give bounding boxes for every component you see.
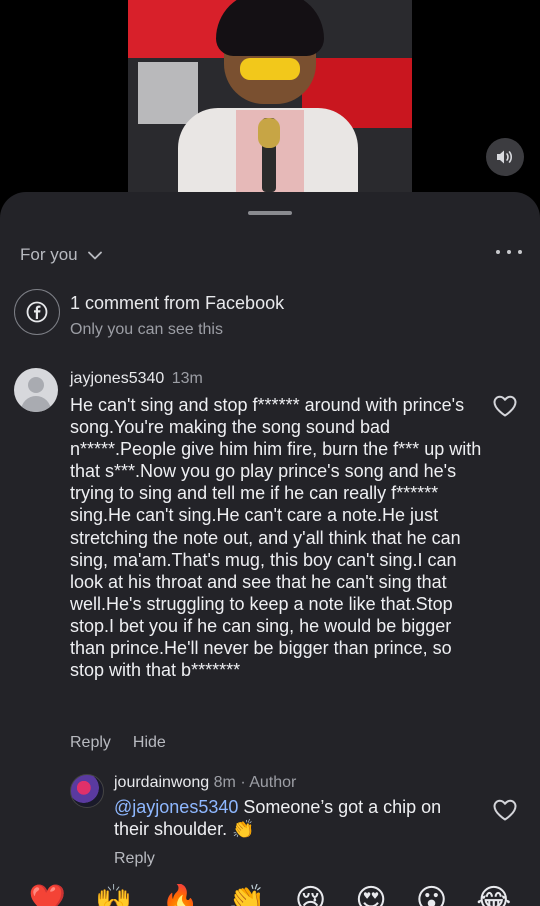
comment-text: He can't sing and stop f****** around wi… — [70, 395, 482, 681]
reaction-fire[interactable]: 🔥 — [162, 884, 199, 906]
feed-filter-dropdown[interactable]: For you — [20, 245, 102, 265]
video-person — [240, 58, 300, 80]
reaction-raised-hands[interactable]: 🙌 — [95, 884, 132, 906]
reaction-heart[interactable]: ❤️ — [29, 884, 66, 906]
sheet-grabber[interactable] — [248, 211, 292, 215]
comment-username[interactable]: jayjones5340 — [70, 370, 164, 387]
video-background — [138, 62, 198, 124]
video-microphone — [258, 118, 280, 148]
facebook-notice: 1 comment from Facebook Only you can see… — [14, 289, 284, 342]
video-person — [216, 0, 324, 56]
volume-button[interactable] — [486, 138, 524, 176]
hide-button[interactable]: Hide — [133, 734, 166, 752]
more-dots-icon[interactable] — [496, 242, 522, 262]
reply-username[interactable]: jourdainwong — [114, 774, 209, 791]
avatar[interactable] — [14, 368, 58, 412]
video-player[interactable] — [0, 0, 540, 200]
reaction-clap[interactable]: 👏 — [228, 884, 265, 906]
like-heart-icon[interactable] — [492, 394, 518, 418]
reaction-wow[interactable]: 😮 — [416, 884, 447, 906]
reaction-bar: ❤️ 🙌 🔥 👏 😢 😍 😮 😂 — [0, 884, 540, 906]
notice-subtitle: Only you can see this — [70, 321, 223, 338]
speaker-volume-icon — [497, 150, 513, 164]
comments-sheet: For you 1 comment from Facebook Only you… — [0, 192, 540, 906]
mention-link[interactable]: @jayjones5340 — [114, 797, 238, 817]
reaction-heart-eyes[interactable]: 😍 — [355, 884, 386, 906]
reply-meta: 8m · Author — [213, 774, 297, 791]
notice-title: 1 comment from Facebook — [70, 293, 285, 313]
reply-text: @jayjones5340 Someone’s got a chip on th… — [114, 796, 474, 840]
reply-button[interactable]: Reply — [114, 850, 155, 867]
chevron-down-icon — [87, 251, 102, 259]
video-frame[interactable] — [128, 0, 412, 192]
avatar[interactable] — [70, 774, 104, 808]
like-heart-icon[interactable] — [492, 798, 518, 822]
reaction-laugh[interactable]: 😂 — [476, 884, 511, 906]
comment-time: 13m — [171, 370, 203, 387]
reply-button[interactable]: Reply — [70, 734, 111, 752]
reaction-cry[interactable]: 😢 — [295, 884, 326, 906]
facebook-icon — [14, 289, 60, 335]
feed-filter-label: For you — [20, 245, 78, 264]
